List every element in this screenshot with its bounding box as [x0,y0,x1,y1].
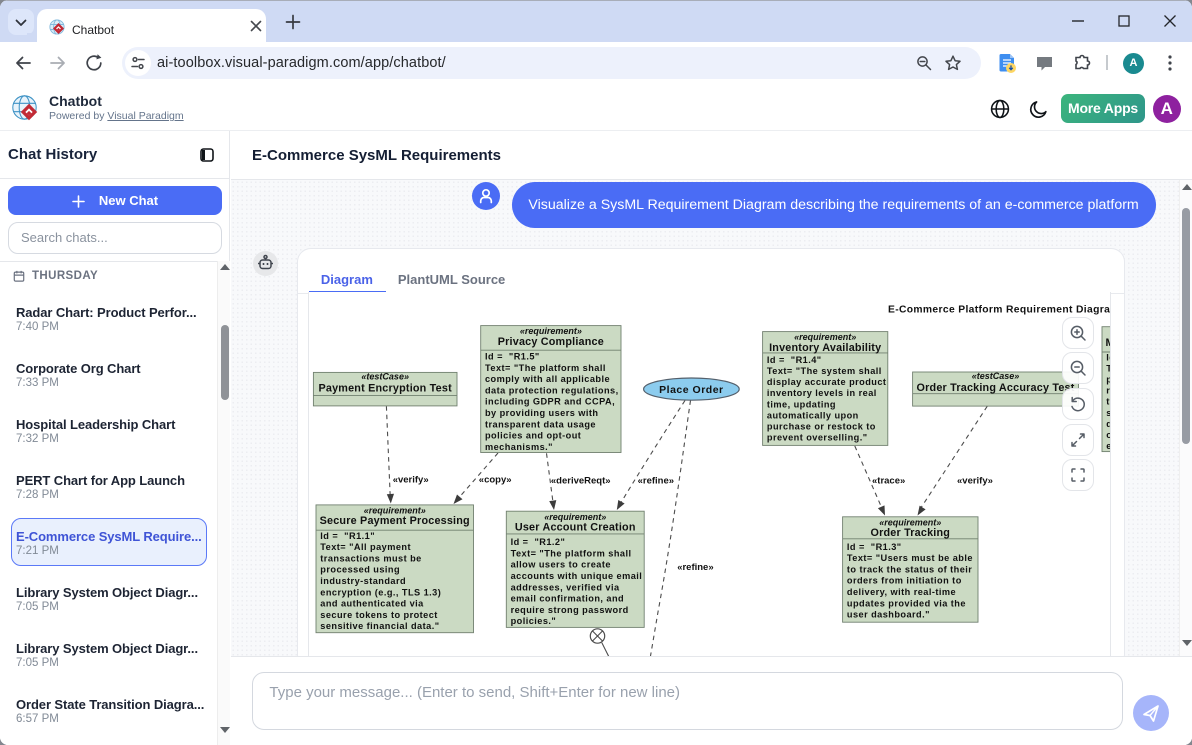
svg-text:Id = "R1.6": Id = "R1.6" [1106,353,1111,363]
svg-text:«requirement»: «requirement» [879,517,941,527]
svg-text:rapid interface with: rapid interface with [1106,386,1111,396]
svg-text:and authenticated via: and authenticated via [320,599,424,609]
svg-text:Payment Encryption Test: Payment Encryption Test [318,382,452,394]
svg-text:«requirement»: «requirement» [794,332,856,342]
svg-text:mechanisms.": mechanisms." [485,442,553,452]
svg-text:policies and opt-out: policies and opt-out [485,431,581,441]
svg-text:Mobile Responsiveness: Mobile Responsiveness [1106,337,1112,349]
svg-text:prevent overselling.": prevent overselling." [767,433,868,443]
svg-text:«requirement»: «requirement» [520,326,582,336]
svg-text:data protection regulations,: data protection regulations, [485,385,619,395]
svg-text:«refine»: «refine» [677,562,713,573]
svg-text:Text= "The platform shall: Text= "The platform shall [1106,364,1111,374]
svg-text:Text= "The system shall: Text= "The system shall [767,366,882,376]
svg-text:Id = "R1.2": Id = "R1.2" [511,537,566,547]
svg-text:Secure Payment Processing: Secure Payment Processing [320,515,470,527]
svg-text:allow users to create: allow users to create [511,560,611,570]
svg-text:Privacy Compliance: Privacy Compliance [498,336,604,348]
svg-text:by providing users with: by providing users with [485,408,598,418]
svg-text:require strong password: require strong password [511,605,629,615]
svg-text:to track the status of their: to track the status of their [847,564,972,574]
svg-text:«trace»: «trace» [872,476,905,487]
svg-text:display accurate product: display accurate product [767,377,887,387]
svg-text:«deriveReqt»: «deriveReqt» [551,475,611,486]
svg-text:Order Tracking: Order Tracking [870,527,950,539]
svg-text:«testCase»: «testCase» [972,371,1020,381]
svg-text:Id = "R1.1": Id = "R1.1" [320,531,375,541]
svg-text:purchase or restock to: purchase or restock to [767,421,876,431]
svg-text:Id = "R1.3": Id = "R1.3" [847,542,902,552]
svg-text:«testCase»: «testCase» [361,371,409,381]
svg-text:two-second page loads: two-second page loads [1106,397,1111,407]
svg-text:«verify»: «verify» [957,476,993,487]
svg-text:Text= "The platform shall: Text= "The platform shall [511,548,632,558]
svg-text:provide a responsive: provide a responsive [1106,375,1111,385]
svg-text:User Account Creation: User Account Creation [515,521,636,533]
svg-text:policies.": policies." [511,616,557,626]
svg-text:«requirement»: «requirement» [364,506,426,516]
svg-text:sensitive financial data.": sensitive financial data." [320,621,439,631]
svg-text:user dashboard.": user dashboard." [847,610,930,620]
svg-text:addresses, verified via: addresses, verified via [511,582,620,592]
svg-text:«copy»: «copy» [479,475,512,486]
svg-text:seconds on all devices,: seconds on all devices, [1106,408,1111,418]
svg-text:time, updating: time, updating [767,399,836,409]
svg-text:«requirement»: «requirement» [544,512,606,522]
svg-text:including GDPR and CCPA,: including GDPR and CCPA, [485,397,615,407]
svg-text:industry-standard: industry-standard [320,576,406,586]
svg-text:Id = "R1.5": Id = "R1.5" [485,352,540,362]
svg-text:E-Commerce Platform Requiremen: E-Commerce Platform Requirement Diagram [888,305,1111,316]
svg-text:Text= "All payment: Text= "All payment [320,542,411,552]
svg-text:Order Tracking Accuracy Test: Order Tracking Accuracy Test [917,382,1075,394]
svg-text:Text= "The platform shall: Text= "The platform shall [485,363,606,373]
svg-text:secure tokens to protect: secure tokens to protect [320,610,438,620]
svg-text:comply with all applicable: comply with all applicable [485,374,610,384]
svg-text:Id = "R1.4": Id = "R1.4" [767,355,822,365]
svg-text:Place Order: Place Order [659,384,723,396]
svg-text:accounts with unique email: accounts with unique email [511,571,643,581]
svg-text:optimal shopping: optimal shopping [1106,430,1111,440]
svg-text:automatically upon: automatically upon [767,410,859,420]
svg-text:processed using: processed using [320,565,400,575]
svg-text:«verify»: «verify» [393,475,429,486]
svg-text:transparent data usage: transparent data usage [485,419,596,429]
svg-text:Text= "Users must be able: Text= "Users must be able [847,553,973,563]
svg-text:updates provided via the: updates provided via the [847,598,966,608]
svg-text:email confirmation, and: email confirmation, and [511,594,624,604]
svg-text:«refine»: «refine» [638,475,674,486]
svg-text:experience.": experience." [1106,441,1111,451]
svg-text:orders from initiation to: orders from initiation to [847,576,962,586]
svg-text:Inventory Availability: Inventory Availability [769,342,881,354]
svg-text:transactions must be: transactions must be [320,553,421,563]
svg-text:delivery, with real-time: delivery, with real-time [847,587,956,597]
svg-text:inventory levels in real: inventory levels in real [767,388,877,398]
svg-text:delivering a consistently: delivering a consistently [1106,419,1111,429]
svg-text:encryption (e.g., TLS 1.3): encryption (e.g., TLS 1.3) [320,587,441,597]
